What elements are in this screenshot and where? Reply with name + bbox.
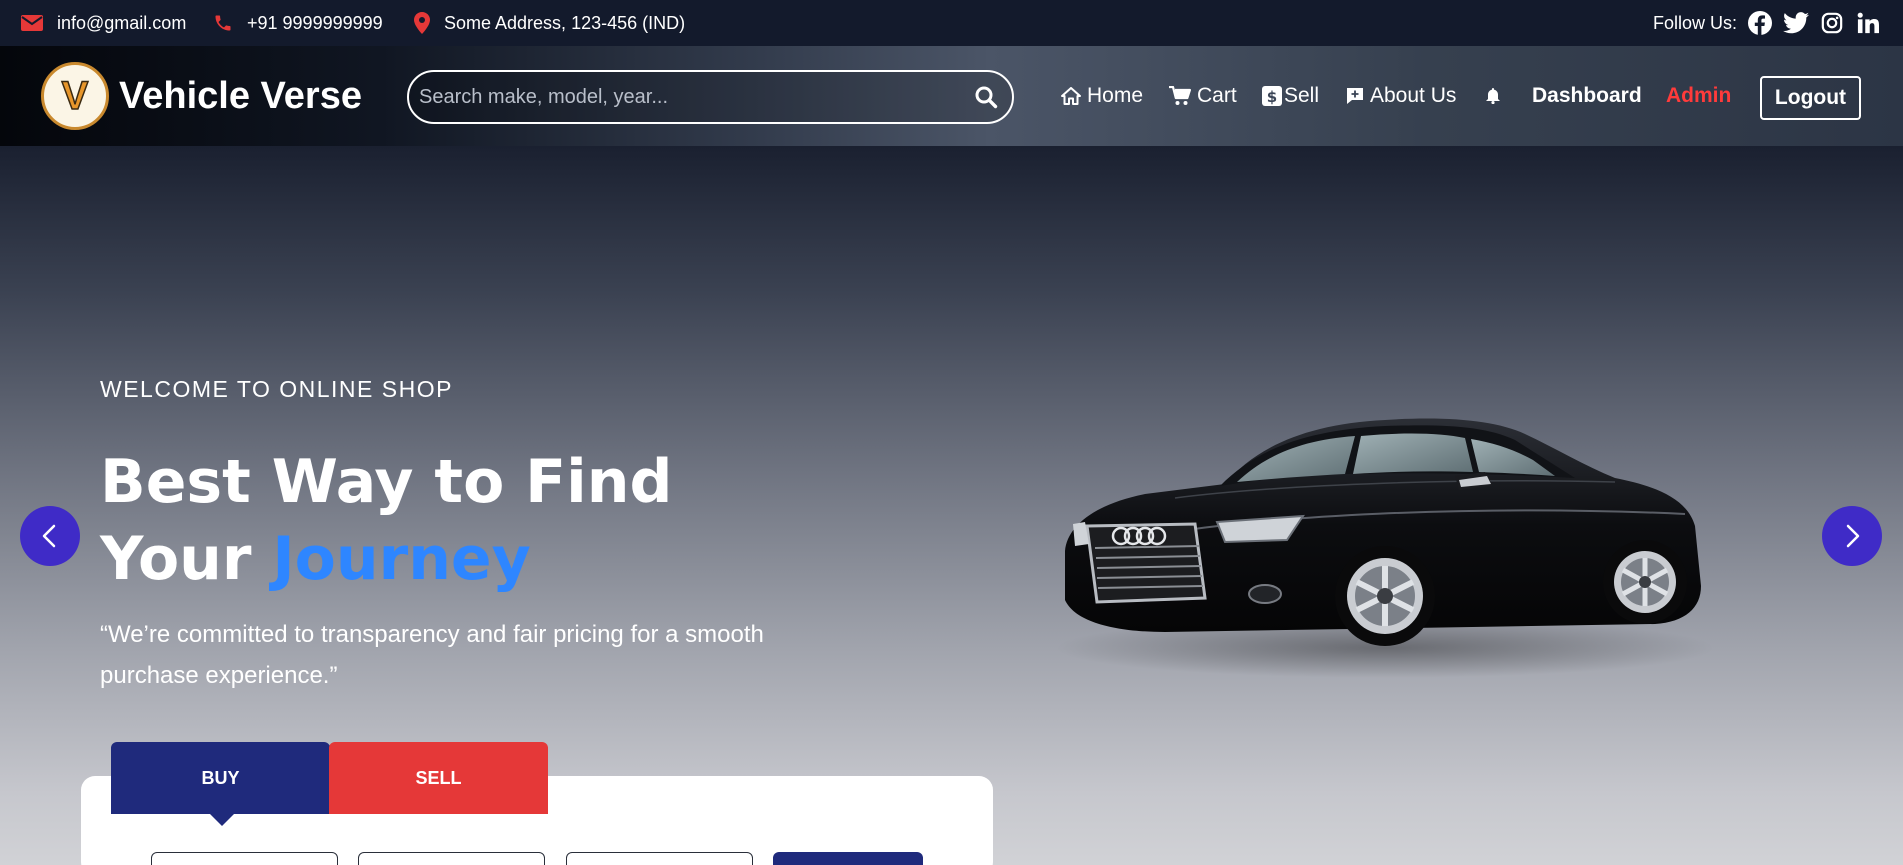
headline-line-2: Your Journey xyxy=(100,521,800,598)
hero-car-image xyxy=(1055,418,1715,678)
search-icon[interactable] xyxy=(974,85,998,114)
email-contact[interactable]: info@gmail.com xyxy=(21,0,186,46)
nav-dashboard[interactable]: Dashboard xyxy=(1532,72,1642,120)
notification-bell[interactable] xyxy=(1486,72,1506,120)
brand-name[interactable]: Vehicle Verse xyxy=(119,72,362,120)
address-contact[interactable]: Some Address, 123-456 (IND) xyxy=(414,0,685,46)
nav-cart[interactable]: Cart xyxy=(1169,72,1237,120)
message-icon xyxy=(1347,88,1363,104)
welcome-text: WELCOME TO ONLINE SHOP xyxy=(100,376,453,402)
phone-contact[interactable]: +91 9999999999 xyxy=(213,0,383,46)
headline-line-1: Best Way to Find xyxy=(100,447,673,517)
top-contact-bar: info@gmail.com +91 9999999999 Some Addre… xyxy=(0,0,1903,46)
chevron-left-icon xyxy=(42,524,56,548)
carousel-prev-button[interactable] xyxy=(20,506,80,566)
twitter-icon[interactable] xyxy=(1783,10,1809,36)
logo[interactable]: V xyxy=(41,62,109,130)
search-submit-button[interactable] xyxy=(773,852,923,865)
home-icon xyxy=(1061,87,1081,105)
email-text: info@gmail.com xyxy=(57,12,187,33)
filter-select-3[interactable] xyxy=(566,852,753,865)
filter-select-1[interactable] xyxy=(151,852,338,865)
follow-us: Follow Us: xyxy=(1653,0,1881,46)
search-bar xyxy=(407,70,1014,124)
instagram-icon[interactable] xyxy=(1819,10,1845,36)
phone-icon xyxy=(215,15,231,31)
main-navbar: V Vehicle Verse Home Cart $ Sell About U… xyxy=(0,46,1903,146)
headline-prefix: Your xyxy=(100,524,252,594)
nav-admin[interactable]: Admin xyxy=(1666,72,1731,120)
cart-icon xyxy=(1169,86,1191,105)
nav-home-label: Home xyxy=(1087,84,1144,107)
bell-icon xyxy=(1486,88,1500,104)
follow-label: Follow Us: xyxy=(1652,12,1737,33)
nav-cart-label: Cart xyxy=(1197,84,1237,107)
search-input[interactable] xyxy=(419,72,959,122)
hero-headline: Best Way to Find Your Journey xyxy=(100,444,800,598)
location-pin-icon xyxy=(414,12,430,34)
carousel-next-button[interactable] xyxy=(1822,506,1882,566)
nav-sell[interactable]: $ Sell xyxy=(1262,72,1319,120)
mail-icon xyxy=(21,15,43,31)
address-text: Some Address, 123-456 (IND) xyxy=(444,12,686,33)
facebook-icon[interactable] xyxy=(1747,10,1773,36)
svg-text:$: $ xyxy=(1267,88,1277,106)
filter-select-2[interactable] xyxy=(358,852,545,865)
nav-about[interactable]: About Us xyxy=(1346,72,1456,120)
nav-home[interactable]: Home xyxy=(1061,72,1143,120)
nav-sell-label: Sell xyxy=(1284,84,1320,107)
active-tab-caret xyxy=(210,814,234,826)
hero-quote: “We’re committed to transparency and fai… xyxy=(100,621,764,689)
nav-about-label: About Us xyxy=(1370,84,1457,107)
linkedin-icon[interactable] xyxy=(1855,10,1881,36)
dollar-square-icon: $ xyxy=(1262,86,1282,106)
tab-buy[interactable]: BUY xyxy=(111,742,330,814)
chevron-right-icon xyxy=(1846,524,1860,548)
hero-section: WELCOME TO ONLINE SHOP Best Way to Find … xyxy=(0,146,1903,865)
tab-sell[interactable]: SELL xyxy=(329,742,548,814)
logout-button[interactable]: Logout xyxy=(1760,76,1861,120)
logo-letter: V xyxy=(61,73,89,119)
headline-accent: Journey xyxy=(272,524,531,594)
phone-text: +91 9999999999 xyxy=(247,12,383,33)
